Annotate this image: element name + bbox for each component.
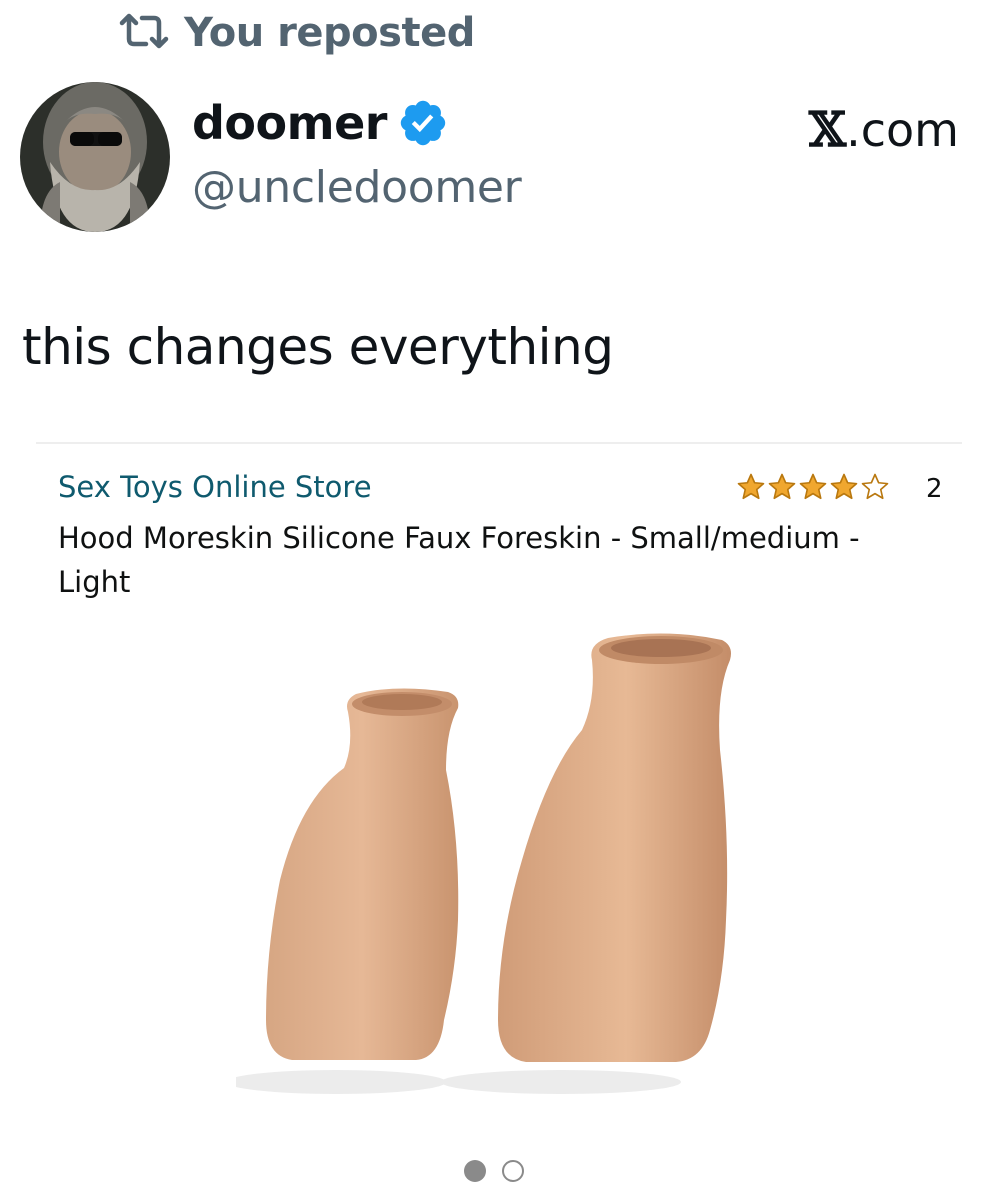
rating-count: 2 bbox=[926, 474, 943, 504]
carousel-dot-active[interactable] bbox=[464, 1160, 486, 1182]
star-filled-icon bbox=[830, 473, 858, 500]
store-name[interactable]: Sex Toys Online Store bbox=[58, 470, 372, 504]
star-filled-icon bbox=[799, 473, 827, 500]
repost-label: You reposted bbox=[184, 10, 475, 56]
x-logo-icon: 𝕏 bbox=[808, 102, 847, 158]
carousel-indicator[interactable] bbox=[464, 1160, 524, 1182]
brand-domain: .com bbox=[846, 103, 959, 157]
avatar[interactable] bbox=[20, 82, 170, 232]
carousel-dot[interactable] bbox=[502, 1160, 524, 1182]
author-handle[interactable]: @uncledoomer bbox=[192, 162, 522, 213]
product-image[interactable] bbox=[236, 620, 756, 1100]
product-card[interactable]: Sex Toys Online Store 2 Hood Moreskin Si… bbox=[36, 442, 962, 1194]
x-brand-watermark: 𝕏 .com bbox=[809, 102, 959, 158]
verified-badge-icon bbox=[397, 97, 449, 149]
repost-icon bbox=[118, 11, 170, 56]
star-empty-icon bbox=[861, 473, 889, 500]
product-title[interactable]: Hood Moreskin Silicone Faux Foreskin - S… bbox=[58, 516, 918, 604]
star-filled-icon bbox=[768, 473, 796, 500]
author-name-row[interactable]: doomer bbox=[192, 96, 449, 150]
repost-header: You reposted bbox=[118, 8, 475, 58]
tweet-text: this changes everything bbox=[22, 318, 614, 376]
star-filled-icon bbox=[737, 473, 765, 500]
rating-stars[interactable] bbox=[736, 472, 890, 502]
display-name[interactable]: doomer bbox=[192, 96, 387, 150]
card-divider bbox=[36, 442, 962, 444]
